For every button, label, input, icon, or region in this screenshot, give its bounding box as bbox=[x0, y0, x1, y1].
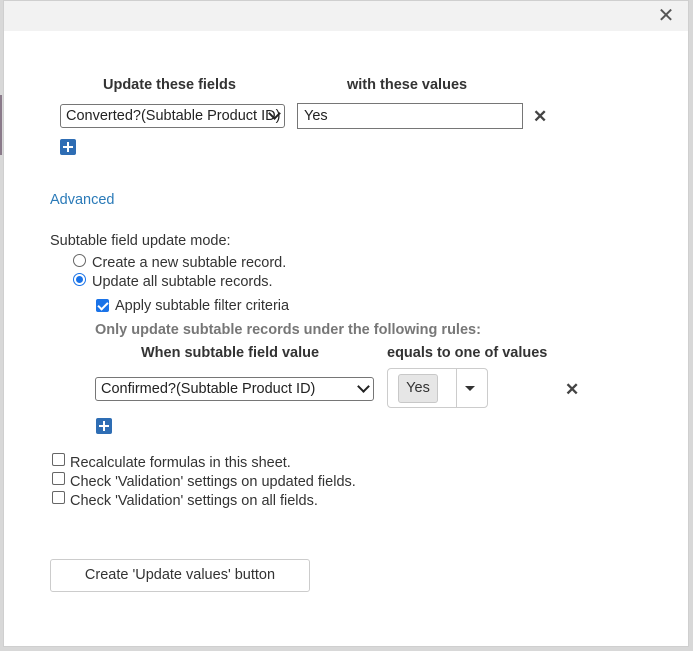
filter-field-select-value: Confirmed?(Subtable Product ID) bbox=[101, 381, 316, 397]
caret-down-icon[interactable] bbox=[465, 386, 475, 391]
chevron-down-icon bbox=[357, 380, 370, 393]
recalculate-label: Recalculate formulas in this sheet. bbox=[70, 455, 291, 471]
create-update-values-button[interactable]: Create 'Update values' button bbox=[50, 559, 310, 592]
update-value-input[interactable]: Yes bbox=[297, 103, 523, 129]
delete-filter-icon[interactable]: ✕ bbox=[565, 381, 579, 398]
validate-updated-checkbox[interactable] bbox=[52, 472, 65, 485]
equals-values-header: equals to one of values bbox=[387, 345, 548, 361]
apply-filter-label: Apply subtable filter criteria bbox=[115, 298, 290, 314]
add-field-icon[interactable] bbox=[60, 139, 76, 155]
update-fields-header: Update these fields bbox=[103, 77, 236, 93]
radio-create-new-record-label: Create a new subtable record. bbox=[92, 255, 287, 271]
selected-value-tag[interactable]: Yes bbox=[398, 374, 438, 403]
close-icon[interactable]: ✕ bbox=[656, 6, 676, 26]
delete-row-icon[interactable]: ✕ bbox=[533, 108, 547, 125]
background-window-edge bbox=[0, 95, 2, 155]
update-mode-label: Subtable field update mode: bbox=[50, 233, 231, 249]
radio-update-all-records-label: Update all subtable records. bbox=[92, 274, 273, 290]
update-field-select-value: Converted?(Subtable Product ID) bbox=[66, 108, 281, 124]
subtable-field-header: When subtable field value bbox=[141, 345, 320, 361]
validate-all-label: Check 'Validation' settings on all field… bbox=[70, 493, 318, 509]
advanced-link[interactable]: Advanced bbox=[50, 192, 115, 208]
apply-filter-checkbox[interactable] bbox=[96, 299, 109, 312]
radio-update-all-records[interactable] bbox=[73, 273, 86, 286]
filter-field-select[interactable]: Confirmed?(Subtable Product ID) bbox=[95, 377, 374, 401]
multiselect-divider bbox=[456, 369, 457, 407]
validate-all-checkbox[interactable] bbox=[52, 491, 65, 504]
with-values-header: with these values bbox=[347, 77, 468, 93]
update-field-select[interactable]: Converted?(Subtable Product ID) bbox=[60, 104, 285, 128]
dialog-titlebar: ✕ bbox=[4, 1, 688, 31]
validate-updated-label: Check 'Validation' settings on updated f… bbox=[70, 474, 356, 490]
filter-values-multiselect[interactable]: Yes bbox=[387, 368, 488, 408]
add-filter-icon[interactable] bbox=[96, 418, 112, 434]
rules-caption: Only update subtable records under the f… bbox=[95, 322, 481, 338]
update-values-dialog: ✕ Update these fields with these values … bbox=[3, 0, 689, 647]
recalculate-checkbox[interactable] bbox=[52, 453, 65, 466]
radio-create-new-record[interactable] bbox=[73, 254, 86, 267]
